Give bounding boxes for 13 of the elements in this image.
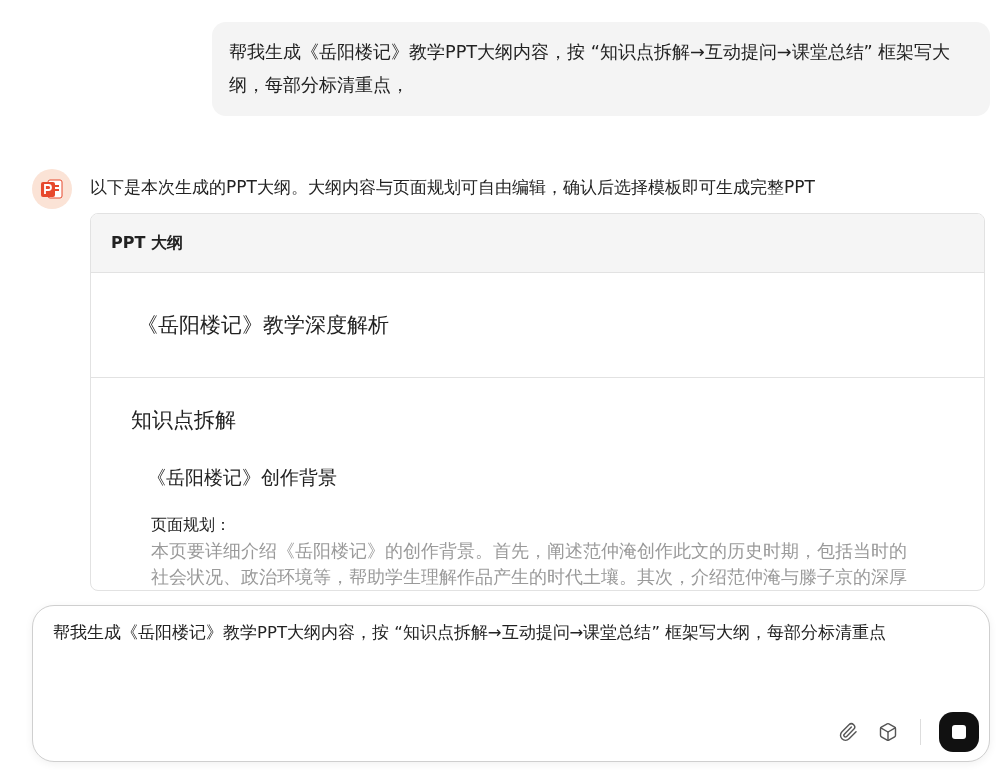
outline-title: 《岳阳楼记》教学深度解析 [91,273,984,378]
card-title: PPT 大纲 [91,214,984,273]
assistant-message: 以下是本次生成的PPT大纲。大纲内容与页面规划可自由编辑，确认后选择模板即可生成完整PPT [90,176,816,199]
composer-box[interactable]: 帮我生成《岳阳楼记》教学PPT大纲内容，按 “知识点拆解→互动提问→课堂总结” 框架写大纲，每部分标清重点 [32,605,990,762]
slide-heading: 《岳阳楼记》创作背景 [147,465,338,490]
section-heading: 知识点拆解 [131,407,237,434]
prompt-field[interactable]: 帮我生成《岳阳楼记》教学PPT大纲内容，按 “知识点拆解→互动提问→课堂总结” 框架写大纲，每部分标清重点 [53,620,973,680]
user-message: 帮我生成《岳阳楼记》教学PPT大纲内容，按 “知识点拆解→互动提问→课堂总结” 框架写大纲，每部分标清重点， [212,22,990,116]
plan-label: 页面规划： [151,514,232,536]
plan-text: 本页要详细介绍《岳阳楼记》的创作背景。首先，阐述范仲淹创作此文的历史时期，包括当时的社会状况、政治环境等，帮助学生理解作品产生的时代土壤。其次，介绍范仲淹与滕子京的深厚 [151,540,908,589]
stop-button[interactable] [939,712,979,752]
stop-icon [952,725,966,739]
presentation-avatar-icon [32,169,72,209]
